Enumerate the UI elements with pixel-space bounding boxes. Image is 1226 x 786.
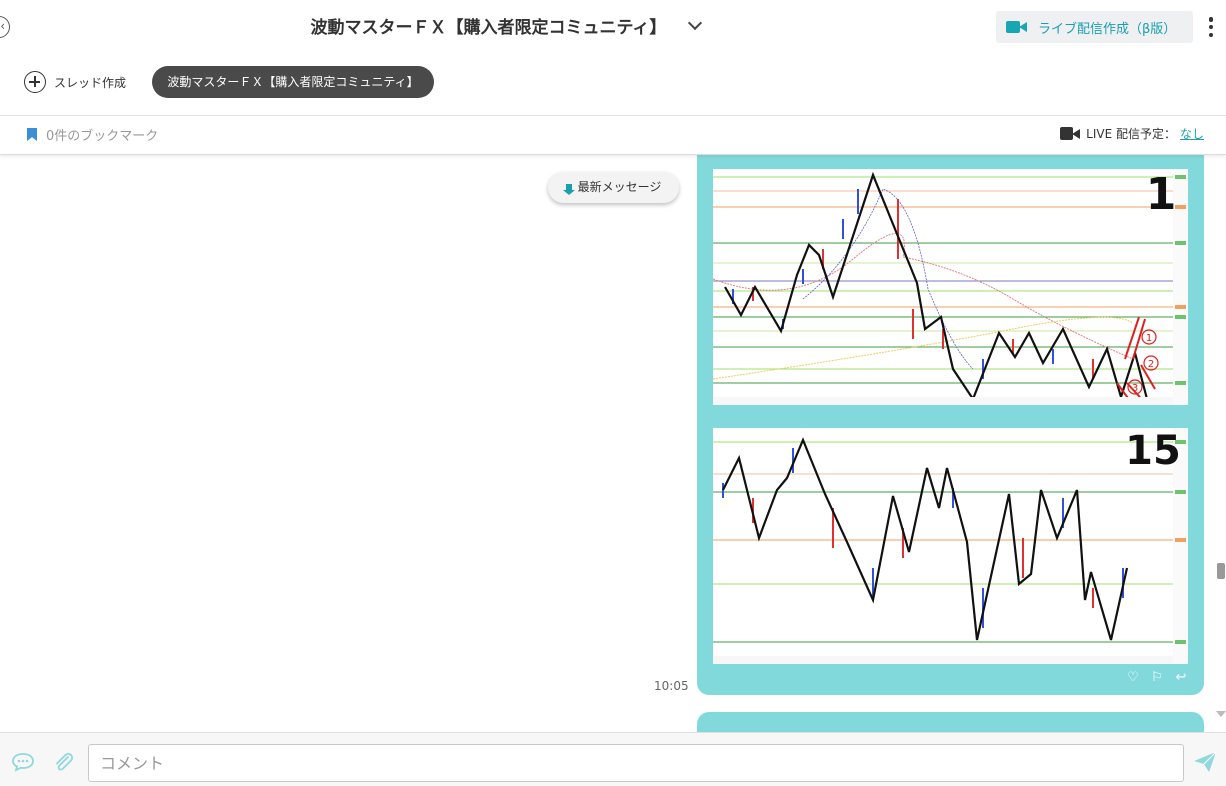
reply-icon[interactable]: ↩: [1174, 671, 1188, 685]
paperclip-icon[interactable]: [52, 752, 76, 772]
send-icon[interactable]: [1192, 750, 1218, 774]
chart-image-1[interactable]: 1 2 3 1: [713, 169, 1188, 405]
more-menu-icon[interactable]: [1208, 17, 1214, 37]
arrow-down-icon: [562, 184, 575, 195]
bookmark-icon: [27, 128, 37, 141]
video-camera-icon: [1060, 127, 1081, 140]
message-time: 10:05: [654, 679, 689, 693]
plus-circle-icon: [24, 71, 46, 93]
live-create-label: ライブ配信作成（β版）: [1038, 21, 1177, 37]
heart-icon[interactable]: ♡: [1126, 671, 1140, 685]
bookmark-bar: 0件のブックマーク LIVE 配信予定： なし: [0, 117, 1226, 155]
bookmark-icon[interactable]: ⚐: [1150, 671, 1164, 685]
svg-text:2: 2: [1148, 359, 1154, 370]
tab-community-thread[interactable]: 波動マスターＦＸ【購入者限定コミュニティ】: [152, 66, 434, 98]
scrollbar-thumb[interactable]: [1217, 563, 1225, 579]
comment-input[interactable]: [88, 744, 1184, 782]
next-message-bubble: [697, 712, 1204, 732]
chart-label-2: 15: [1125, 428, 1181, 474]
header: ‹ 波動マスターＦＸ【購入者限定コミュニティ】 ライブ配信作成（β版）: [0, 0, 1226, 56]
chart-label-1: 1: [1146, 169, 1177, 220]
latest-messages-label: 最新メッセージ: [577, 180, 662, 194]
chart-screenshot-1: 1 2 3 1: [713, 169, 1188, 405]
live-schedule: LIVE 配信予定： なし: [1060, 125, 1204, 142]
chart-screenshot-2: 15: [713, 428, 1188, 664]
scroll-down-arrow-icon[interactable]: [1216, 711, 1226, 717]
latest-messages-button[interactable]: 最新メッセージ: [548, 172, 679, 203]
chat-bubble-icon[interactable]: [11, 752, 35, 772]
page-title: 波動マスターＦＸ【購入者限定コミュニティ】: [310, 18, 667, 38]
title-area[interactable]: 波動マスターＦＸ【購入者限定コミュニティ】: [0, 13, 1010, 38]
create-thread-button[interactable]: スレッド作成: [24, 70, 126, 94]
chart-image-2[interactable]: 15: [713, 428, 1188, 664]
message-actions: ♡ ⚐ ↩: [1126, 671, 1188, 685]
chat-area[interactable]: 1 2 3 1 15 ♡ ⚐ ↩ 最新メッセージ 10:05: [0, 155, 1226, 732]
live-schedule-label: LIVE 配信予定：: [1086, 127, 1176, 141]
create-thread-label: スレッド作成: [54, 75, 127, 90]
app-root: ‹ 波動マスターＦＸ【購入者限定コミュニティ】 ライブ配信作成（β版） スレッド…: [0, 0, 1226, 786]
thread-tabs: スレッド作成 波動マスターＦＸ【購入者限定コミュニティ】: [0, 56, 1226, 116]
comment-bar: [0, 732, 1226, 786]
message-bubble: 1 2 3 1 15 ♡ ⚐ ↩: [697, 155, 1204, 695]
live-schedule-link[interactable]: なし: [1180, 125, 1204, 142]
svg-text:1: 1: [1146, 333, 1152, 344]
live-create-button[interactable]: ライブ配信作成（β版）: [996, 11, 1193, 43]
video-camera-icon: [1006, 20, 1028, 34]
chevron-down-icon[interactable]: [687, 15, 702, 30]
bookmark-count[interactable]: 0件のブックマーク: [46, 125, 158, 144]
svg-text:3: 3: [1132, 383, 1138, 394]
